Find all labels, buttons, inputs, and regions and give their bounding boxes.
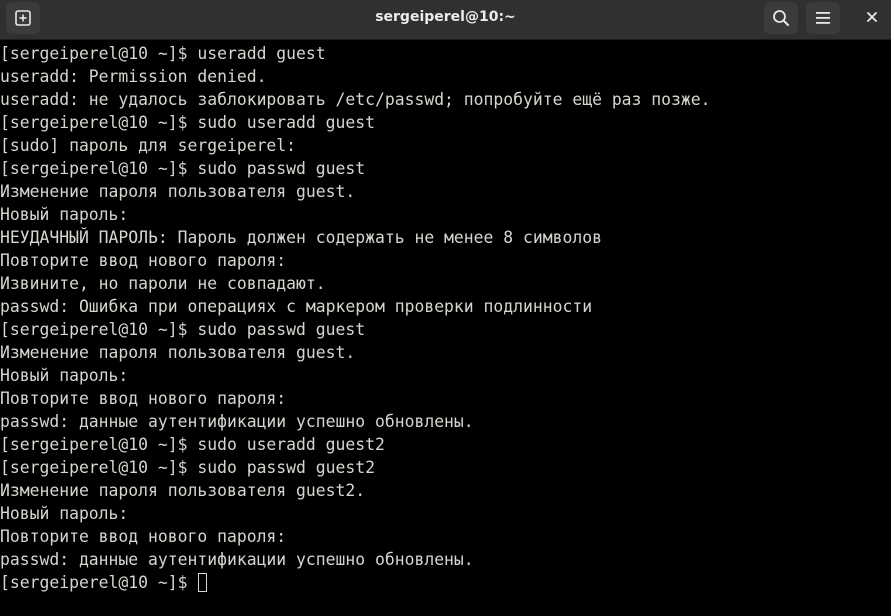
terminal-line: [sergeiperel@10 ~]$ sudo useradd guest2 xyxy=(0,435,385,454)
window-title: sergeiperel@10:~ xyxy=(375,9,516,25)
terminal-line: [sudo] пароль для sergeiperel: xyxy=(0,136,297,155)
close-button[interactable] xyxy=(855,0,889,34)
terminal-line: Изменение пароля пользователя guest2. xyxy=(0,481,366,500)
terminal-line: [sergeiperel@10 ~]$ sudo passwd guest2 xyxy=(0,458,375,477)
terminal-line: Повторите ввод нового пароля: xyxy=(0,251,287,270)
terminal-prompt: [sergeiperel@10 ~]$ xyxy=(0,573,198,592)
terminal-line: [sergeiperel@10 ~]$ sudo passwd guest xyxy=(0,159,366,178)
terminal-line: [sergeiperel@10 ~]$ useradd guest xyxy=(0,44,326,63)
text-cursor xyxy=(198,573,208,592)
terminal-line: [sergeiperel@10 ~]$ sudo passwd guest xyxy=(0,320,366,339)
terminal-line: Новый пароль: xyxy=(0,205,129,224)
search-button[interactable] xyxy=(764,2,798,34)
terminal-line: Изменение пароля пользователя guest. xyxy=(0,343,356,362)
terminal-line: Повторите ввод нового пароля: xyxy=(0,527,287,546)
new-tab-button[interactable] xyxy=(6,2,40,34)
terminal-line: useradd: Permission denied. xyxy=(0,67,267,86)
terminal-line: Новый пароль: xyxy=(0,504,129,523)
main-menu-button[interactable] xyxy=(806,2,840,34)
new-tab-plus-icon xyxy=(15,10,31,26)
terminal-line: Повторите ввод нового пароля: xyxy=(0,389,287,408)
terminal-window: sergeiperel@10:~ [sergeiperel@10 ~]$ use… xyxy=(0,0,891,616)
terminal-line: Новый пароль: xyxy=(0,366,129,385)
terminal-line: НЕУДАЧНЫЙ ПАРОЛЬ: Пароль должен содержат… xyxy=(0,228,602,247)
search-icon xyxy=(773,10,789,26)
terminal-line: passwd: Ошибка при операциях с маркером … xyxy=(0,297,593,316)
terminal-line: Извините, но пароли не совпадают. xyxy=(0,274,326,293)
close-icon xyxy=(867,12,877,22)
header-bar: sergeiperel@10:~ xyxy=(0,0,891,40)
hamburger-menu-icon xyxy=(816,12,830,24)
terminal-line: Изменение пароля пользователя guest. xyxy=(0,182,356,201)
terminal-line: passwd: данные аутентификации успешно об… xyxy=(0,412,474,431)
terminal-line: passwd: данные аутентификации успешно об… xyxy=(0,550,474,569)
terminal-line: [sergeiperel@10 ~]$ sudo useradd guest xyxy=(0,113,375,132)
terminal-prompt-line[interactable]: [sergeiperel@10 ~]$ xyxy=(0,571,208,594)
terminal-line: useradd: не удалось заблокировать /etc/p… xyxy=(0,90,711,109)
terminal-output[interactable]: [sergeiperel@10 ~]$ useradd guest userad… xyxy=(0,40,891,616)
